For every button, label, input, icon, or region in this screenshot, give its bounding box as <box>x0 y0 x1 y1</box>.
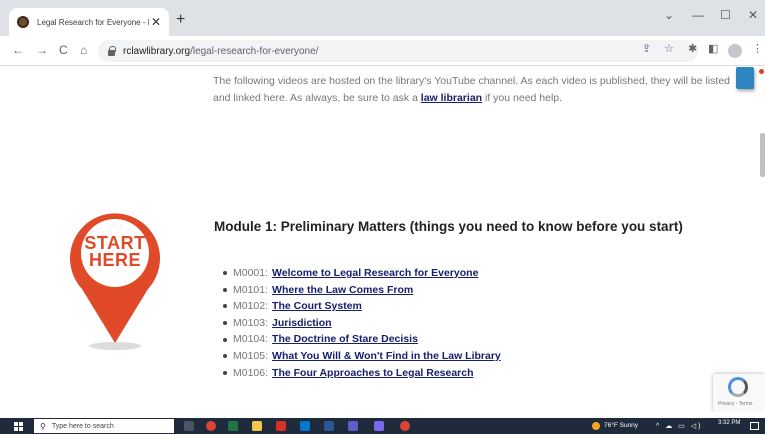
floating-side-widget[interactable] <box>736 67 754 89</box>
start-here-pin: START HERE <box>60 203 170 353</box>
browser-toolbar: ← → C ⌂ rclawlibrary.org/legal-research-… <box>0 36 765 66</box>
windows-start-icon[interactable] <box>14 422 23 431</box>
reload-button[interactable]: C <box>59 44 68 56</box>
lesson-link[interactable]: Jurisdiction <box>272 315 332 332</box>
lesson-code: M0103: <box>233 316 269 329</box>
bullet-icon <box>223 271 227 276</box>
browser-window: Legal Research for Everyone - Riverside … <box>0 0 765 434</box>
weather-readout[interactable]: 76°F Sunny <box>604 422 638 429</box>
home-button[interactable]: ⌂ <box>80 44 87 56</box>
clock[interactable]: 3:32 PM <box>718 420 740 426</box>
app-icon[interactable] <box>374 421 384 431</box>
law-librarian-link[interactable]: law librarian <box>421 92 482 104</box>
lesson-item: M0103: Jurisdiction <box>223 315 501 332</box>
lesson-item: M0102: The Court System <box>223 298 501 315</box>
lesson-link[interactable]: Welcome to Legal Research for Everyone <box>272 265 478 282</box>
sun-icon <box>592 422 600 430</box>
lesson-code: M0001: <box>233 267 269 279</box>
acrobat-icon[interactable] <box>276 421 286 431</box>
lesson-code: M0105: <box>233 349 269 362</box>
outlook-icon[interactable] <box>300 421 310 431</box>
profile-avatar-icon[interactable] <box>728 44 742 58</box>
lesson-list: M0001: Welcome to Legal Research for Ever… <box>223 265 501 381</box>
module-heading: Module 1: Preliminary Matters (things yo… <box>214 219 683 234</box>
url-text[interactable]: rclawlibrary.org/legal-research-for-ever… <box>123 46 318 57</box>
bullet-icon <box>223 354 227 359</box>
browser-menu-icon[interactable]: ⋮ <box>752 44 763 55</box>
lesson-item: M0101: Where the Law Comes From <box>223 282 501 299</box>
recaptcha-icon <box>728 377 748 397</box>
system-tray-icons[interactable]: ^ ☁ ▭ ◁) <box>656 422 702 430</box>
tab-close-icon[interactable]: ✕ <box>151 16 161 28</box>
minimize-button[interactable]: — <box>692 9 704 21</box>
recaptcha-badge[interactable]: Privacy - Terms <box>713 374 765 412</box>
teams-icon[interactable] <box>348 421 358 431</box>
side-indicator-dot <box>759 69 764 74</box>
lesson-code: M0101: <box>233 283 269 296</box>
lesson-item: M0104: The Doctrine of Stare Decisis <box>223 331 501 348</box>
scrollbar-thumb[interactable] <box>760 133 765 177</box>
lesson-link[interactable]: The Four Approaches to Legal Research <box>272 365 474 382</box>
file-explorer-icon[interactable] <box>252 421 262 431</box>
tab-legal-research[interactable]: Legal Research for Everyone - Riverside … <box>9 8 169 36</box>
bullet-icon <box>223 304 227 309</box>
lesson-link[interactable]: The Court System <box>272 298 362 315</box>
maximize-button[interactable]: ☐ <box>720 9 731 21</box>
tab-search-dropdown-icon[interactable]: ⌄ <box>664 9 674 21</box>
close-window-button[interactable]: ✕ <box>748 9 758 21</box>
excel-icon[interactable] <box>228 421 238 431</box>
bullet-icon <box>223 370 227 375</box>
intro-paragraph: The following videos are hosted on the l… <box>213 75 731 104</box>
word-icon[interactable] <box>324 421 334 431</box>
lesson-link[interactable]: What You Will & Won't Find in the Law Li… <box>272 348 501 365</box>
lesson-code: M0106: <box>233 366 269 379</box>
side-panel-icon[interactable]: ◧ <box>708 44 718 55</box>
extensions-icon[interactable]: ✱ <box>688 44 697 55</box>
tab-title: Legal Research for Everyone - Riverside … <box>37 17 149 27</box>
taskbar-search-placeholder[interactable]: Type here to search <box>52 423 114 430</box>
tab-strip: Legal Research for Everyone - Riverside … <box>0 0 765 36</box>
bookmark-star-icon[interactable]: ☆ <box>664 44 674 55</box>
new-tab-button[interactable]: + <box>176 12 185 28</box>
lesson-link[interactable]: Where the Law Comes From <box>272 282 413 299</box>
page-content[interactable]: The following videos are hosted on the l… <box>0 67 765 412</box>
share-icon[interactable]: ⇪ <box>642 44 651 55</box>
lesson-item: M0001: Welcome to Legal Research for Ever… <box>223 265 501 282</box>
windows-taskbar: ⚲ Type here to search 76°F Sunny ^ ☁ ▭ ◁… <box>0 418 765 434</box>
map-pin-icon <box>70 213 160 350</box>
library-favicon-icon <box>17 16 29 28</box>
back-button[interactable]: ← <box>12 44 24 56</box>
taskbar-search-box[interactable]: ⚲ Type here to search <box>34 419 174 433</box>
recaptcha-links[interactable]: Privacy - Terms <box>718 401 752 407</box>
bullet-icon <box>223 287 227 292</box>
lock-icon[interactable] <box>108 45 116 56</box>
address-bar[interactable]: rclawlibrary.org/legal-research-for-ever… <box>98 40 698 62</box>
bullet-icon <box>223 337 227 342</box>
search-icon: ⚲ <box>40 421 46 431</box>
bullet-icon <box>223 321 227 326</box>
notification-icon[interactable] <box>750 422 759 430</box>
lesson-code: M0104: <box>233 333 269 346</box>
chrome-icon[interactable] <box>206 421 216 431</box>
forward-button[interactable]: → <box>36 44 48 56</box>
start-here-text: START HERE <box>84 233 146 270</box>
lesson-item: M0106: The Four Approaches to Legal Resea… <box>223 365 501 382</box>
chrome-window-icon[interactable] <box>400 421 410 431</box>
task-view-icon[interactable] <box>184 421 194 431</box>
lesson-code: M0102: <box>233 300 269 313</box>
lesson-link[interactable]: The Doctrine of Stare Decisis <box>272 331 418 348</box>
lesson-item: M0105: What You Will & Won't Find in the … <box>223 348 501 365</box>
